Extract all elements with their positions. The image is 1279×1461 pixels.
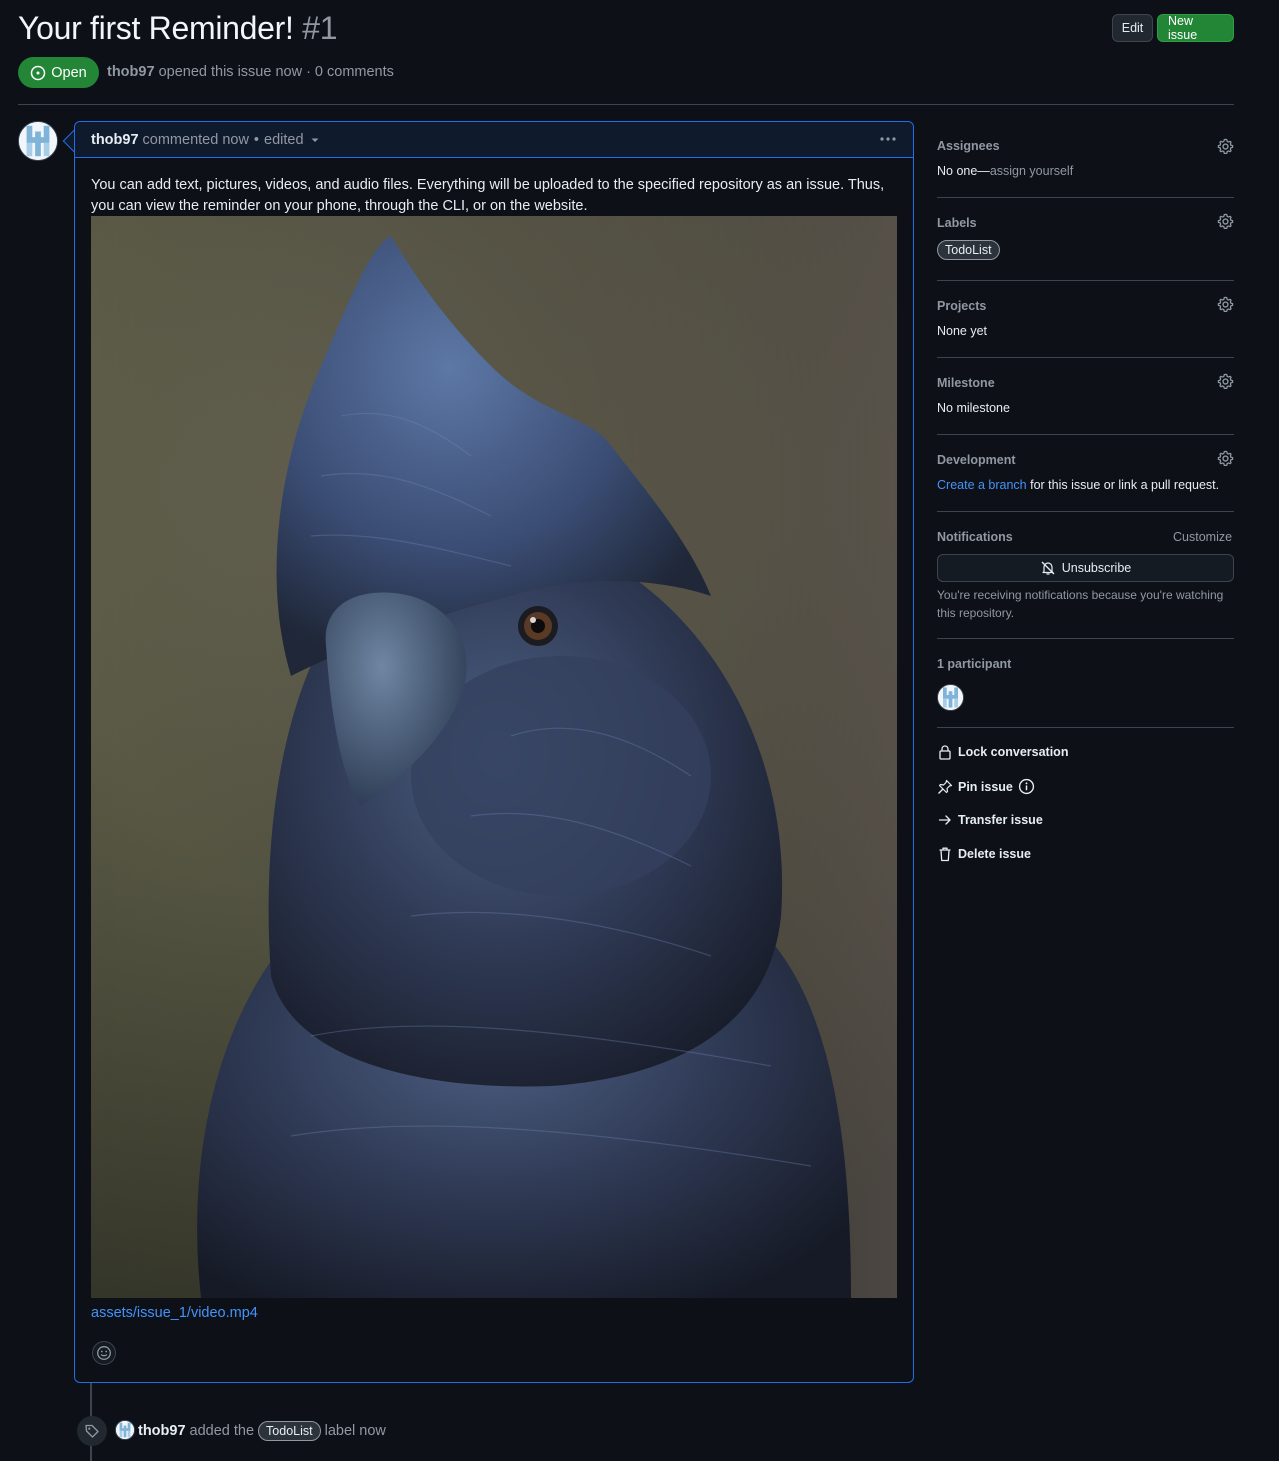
comment-header: thob97 commented now • edited <box>75 122 913 158</box>
projects-heading: Projects <box>937 299 987 313</box>
status-badge: Open <box>18 57 99 88</box>
label-event: thob97 added the TodoList label now <box>138 1421 386 1441</box>
transfer-label: Transfer issue <box>958 813 1043 827</box>
pin-label: Pin issue <box>958 779 1013 794</box>
caret-down-icon <box>311 138 319 142</box>
new-issue-button[interactable]: New issue <box>1157 14 1234 42</box>
info-icon[interactable] <box>1018 778 1035 795</box>
comment-time[interactable]: commented now <box>143 132 249 148</box>
transfer-issue-action[interactable]: Transfer issue <box>937 812 1043 828</box>
labels-heading: Labels <box>937 216 977 230</box>
delete-label: Delete issue <box>958 847 1031 861</box>
participant-avatar[interactable] <box>937 684 964 711</box>
sidebar-divider <box>937 727 1234 728</box>
sidebar-divider <box>937 638 1234 639</box>
add-reaction-button[interactable] <box>92 1341 116 1365</box>
unsubscribe-label: Unsubscribe <box>1061 561 1132 575</box>
identicon-icon <box>19 122 57 160</box>
bell-slash-icon <box>1041 561 1055 575</box>
identicon-icon <box>938 685 963 710</box>
smiley-icon <box>97 1346 111 1360</box>
edit-button[interactable]: Edit <box>1112 14 1153 42</box>
milestone-gear-icon[interactable] <box>1217 373 1234 390</box>
delete-issue-action[interactable]: Delete issue <box>937 846 1031 862</box>
event-author-link[interactable]: thob97 <box>138 1423 186 1439</box>
issue-title-text: Your first Reminder! <box>18 10 294 46</box>
notifications-note: You're receiving notifications because y… <box>937 588 1224 620</box>
development-heading: Development <box>937 453 1016 467</box>
lock-conversation-action[interactable]: Lock conversation <box>937 744 1068 760</box>
sidebar-divider <box>937 434 1234 435</box>
asset-video-link[interactable]: assets/issue_1/video.mp4 <box>91 1305 258 1321</box>
participants-heading: 1 participant <box>937 657 1012 671</box>
event-avatar[interactable] <box>115 1420 135 1440</box>
comment-image <box>91 216 897 1298</box>
issue-number: #1 <box>302 10 338 46</box>
sidebar-divider <box>937 197 1234 198</box>
issue-author-link[interactable]: thob97 <box>107 64 155 80</box>
event-pre-text: added the <box>189 1423 255 1439</box>
assignees-value: No one—assign yourself <box>937 164 1073 178</box>
cockatoo-photo <box>91 216 897 1298</box>
header-divider <box>18 104 1234 105</box>
assign-yourself-link[interactable]: assign yourself <box>990 164 1073 178</box>
edited-label: edited <box>264 131 304 148</box>
projects-value: None yet <box>937 324 988 338</box>
sidebar-divider <box>937 357 1234 358</box>
comment-author-link[interactable]: thob97 <box>91 132 139 148</box>
lock-label: Lock conversation <box>958 745 1069 759</box>
arrow-right-icon <box>938 815 951 825</box>
event-label-chip[interactable]: TodoList <box>258 1421 321 1441</box>
projects-gear-icon[interactable] <box>1217 296 1234 313</box>
kebab-horizontal-icon <box>880 137 896 141</box>
tag-icon <box>85 1424 99 1438</box>
trash-icon <box>939 847 951 862</box>
unsubscribe-button[interactable]: Unsubscribe <box>937 554 1234 582</box>
issue-title: Your first Reminder! #1 <box>18 10 338 47</box>
customize-link[interactable]: Customize <box>1173 530 1232 544</box>
labels-gear-icon[interactable] <box>1217 213 1234 230</box>
development-gear-icon[interactable] <box>1217 450 1234 467</box>
development-rest: for this issue or link a pull request. <box>1030 478 1220 492</box>
label-event-icon-wrap <box>77 1416 107 1446</box>
milestone-value: No milestone <box>937 401 1010 415</box>
event-post-text: label now <box>324 1423 386 1439</box>
assignees-gear-icon[interactable] <box>1217 138 1234 155</box>
pin-icon <box>938 779 953 794</box>
comment-options-button[interactable] <box>879 130 897 153</box>
assignees-heading: Assignees <box>937 139 1000 153</box>
comment-separator: • <box>253 131 259 148</box>
comment-body: You can add text, pictures, videos, and … <box>91 177 885 214</box>
author-avatar[interactable] <box>18 121 58 161</box>
create-branch-link[interactable]: Create a branch <box>937 478 1027 492</box>
identicon-icon <box>116 1421 134 1439</box>
assignees-none: No one— <box>937 164 990 178</box>
sidebar-divider <box>937 511 1234 512</box>
notifications-heading: Notifications <box>937 530 1013 544</box>
status-label: Open <box>51 64 87 81</box>
pin-issue-action[interactable]: Pin issue <box>937 778 1035 795</box>
milestone-heading: Milestone <box>937 376 995 390</box>
comment-box: thob97 commented now • edited You can ad… <box>74 121 914 1383</box>
issue-meta-text: opened this issue now · 0 comments <box>158 64 394 80</box>
issue-meta: thob97 opened this issue now · 0 comment… <box>107 64 394 80</box>
edited-dropdown[interactable]: edited <box>264 132 320 148</box>
sidebar-divider <box>937 280 1234 281</box>
sidebar-label-chip[interactable]: TodoList <box>937 240 1000 260</box>
issue-open-icon <box>31 65 46 80</box>
development-value: Create a branch for this issue or link a… <box>937 478 1219 492</box>
lock-icon <box>939 745 951 760</box>
